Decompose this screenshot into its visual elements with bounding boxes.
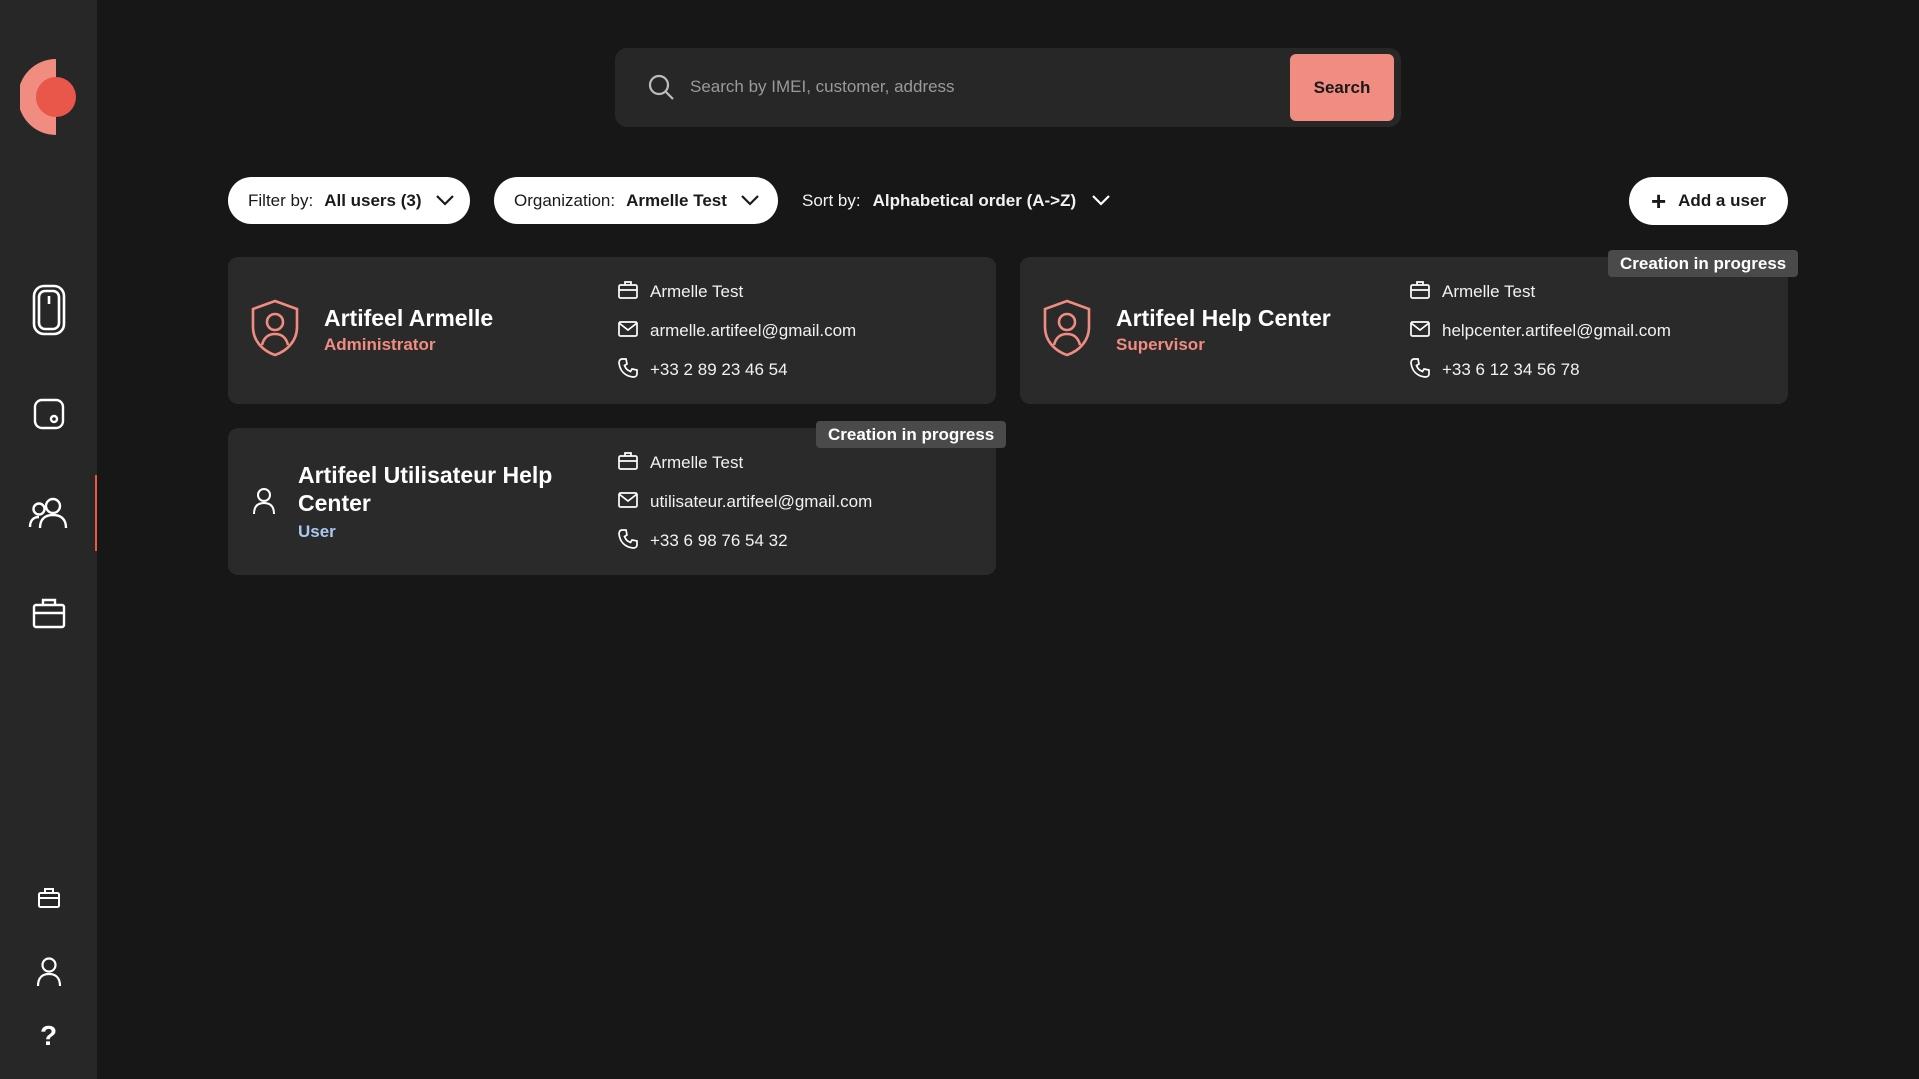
phone-icon [618, 357, 650, 383]
briefcase-small-icon [37, 887, 61, 909]
chevron-down-icon [741, 191, 759, 211]
email-text: utilisateur.artifeel@gmail.com [650, 492, 873, 511]
mail-icon [618, 491, 650, 513]
add-user-label: Add a user [1678, 191, 1767, 210]
mail-icon [1410, 320, 1442, 342]
phone-icon [618, 528, 650, 554]
tablet-device-icon [33, 398, 65, 430]
user-phone: +33 6 98 76 54 32 [618, 528, 788, 554]
phone-device-icon [32, 284, 66, 336]
user-role: Administrator [324, 335, 436, 354]
sidebar: ? [0, 0, 97, 1079]
status-badge: Creation in progress [816, 421, 1007, 448]
email-text: helpcenter.artifeel@gmail.com [1442, 321, 1671, 340]
sort-label: Sort by: [802, 190, 861, 210]
users-icon [28, 497, 68, 529]
sidebar-item-help[interactable]: ? [0, 1008, 97, 1064]
phone-icon [1410, 357, 1442, 383]
filter-label: Filter by: [248, 190, 314, 210]
email-text: armelle.artifeel@gmail.com [650, 321, 857, 340]
organization-text: Armelle Test [1442, 282, 1536, 301]
search-input[interactable] [690, 66, 1190, 108]
user-card[interactable]: Artifeel Armelle Administrator Armelle T… [228, 257, 996, 404]
search-bar: Search [615, 48, 1401, 127]
sidebar-item-profile[interactable] [0, 944, 97, 1000]
sort-value: Alphabetical order (A->Z) [872, 190, 1077, 210]
app-logo[interactable] [18, 59, 76, 135]
search-button[interactable]: Search [1290, 54, 1394, 121]
sidebar-item-organization-settings[interactable] [0, 870, 97, 926]
phone-text: +33 6 98 76 54 32 [650, 531, 788, 550]
user-phone: +33 6 12 34 56 78 [1410, 357, 1580, 383]
briefcase-icon [1410, 280, 1442, 304]
user-name-line1: Artifeel Utilisateur Help [298, 462, 553, 488]
briefcase-icon [618, 280, 650, 304]
sidebar-item-organizations[interactable] [0, 575, 97, 651]
organization-dropdown[interactable]: Organization: Armelle Test [494, 177, 778, 224]
plus-icon: + [1650, 186, 1667, 216]
help-icon: ? [39, 1020, 58, 1051]
mail-icon [618, 320, 650, 342]
status-badge: Creation in progress [1608, 250, 1799, 277]
user-icon [252, 487, 276, 520]
user-profile-icon [36, 957, 62, 987]
chevron-down-icon [1092, 191, 1110, 211]
user-email: armelle.artifeel@gmail.com [618, 319, 856, 343]
user-organization: Armelle Test [618, 280, 743, 304]
user-role: Supervisor [1116, 335, 1205, 354]
filter-value: All users (3) [324, 190, 422, 210]
shield-user-icon [250, 299, 300, 362]
user-card[interactable]: Artifeel Utilisateur Help Center User Ar… [228, 428, 996, 575]
phone-text: +33 2 89 23 46 54 [650, 360, 788, 379]
user-name-line2: Center [298, 490, 371, 516]
user-role: User [298, 522, 336, 541]
add-user-button[interactable]: + Add a user [1629, 177, 1788, 225]
shield-user-icon [1042, 299, 1092, 362]
sidebar-item-tablets[interactable] [0, 376, 97, 452]
sidebar-item-devices[interactable] [0, 272, 97, 348]
user-email: helpcenter.artifeel@gmail.com [1410, 319, 1671, 343]
user-name: Artifeel Help Center [1116, 305, 1331, 331]
user-name: Artifeel Armelle [324, 305, 494, 331]
user-organization: Armelle Test [1410, 280, 1535, 304]
organization-label: Organization: [514, 190, 616, 210]
sidebar-item-users[interactable] [0, 475, 97, 551]
organization-text: Armelle Test [650, 282, 744, 301]
sort-dropdown[interactable]: Sort by: Alphabetical order (A->Z) [802, 177, 1110, 224]
briefcase-icon [32, 597, 66, 629]
user-phone: +33 2 89 23 46 54 [618, 357, 788, 383]
user-organization: Armelle Test [618, 451, 743, 475]
phone-text: +33 6 12 34 56 78 [1442, 360, 1580, 379]
user-card[interactable]: Artifeel Help Center Supervisor Armelle … [1020, 257, 1788, 404]
briefcase-icon [618, 451, 650, 475]
search-icon [647, 73, 675, 106]
chevron-down-icon [435, 191, 454, 211]
organization-text: Armelle Test [650, 453, 744, 472]
filter-dropdown[interactable]: Filter by: All users (3) [228, 177, 470, 224]
organization-value: Armelle Test [626, 190, 727, 210]
user-email: utilisateur.artifeel@gmail.com [618, 490, 872, 514]
